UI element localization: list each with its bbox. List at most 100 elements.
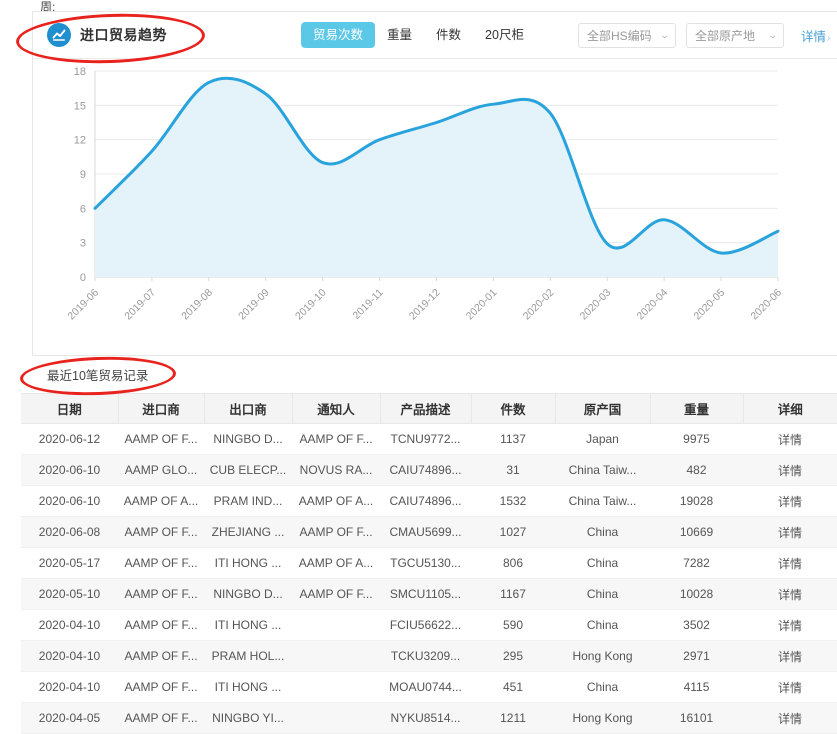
cell-origin: China [555,579,650,610]
cell-detail-link[interactable]: 详情 [743,610,837,641]
cell-product: TGCU5130... [380,548,471,579]
cell-product: NYKU8514... [380,703,471,734]
cell-notify: AAMP OF A... [292,548,380,579]
cell-date: 2020-06-10 [21,455,118,486]
cell-pieces: 1167 [471,579,555,610]
x-axis-tick-label: 2019-07 [122,287,158,323]
x-axis-tick-label: 2020-02 [521,287,557,323]
col-header-origin: 原产国 [555,394,650,424]
line-chart-icon [47,23,71,47]
cell-detail-link[interactable]: 详情 [743,672,837,703]
cell-detail-link[interactable]: 详情 [743,548,837,579]
cell-importer: AAMP OF F... [118,517,204,548]
metric-tab-pieces[interactable]: 件数 [424,22,473,48]
import-trade-trend-card: 进口贸易趋势 贸易次数 重量 件数 20尺柜 全部HS编码 ⌄ 全部原产地 ⌄ … [32,11,837,356]
metric-segmented-control[interactable]: 贸易次数 重量 件数 20尺柜 [301,22,536,48]
cell-exporter: ITI HONG ... [204,672,292,703]
cell-product: FCIU56622... [380,610,471,641]
table-row: 2020-04-10AAMP OF F...ITI HONG ...FCIU56… [21,610,837,641]
cell-detail-link[interactable]: 详情 [743,703,837,734]
cell-origin: Hong Kong [555,703,650,734]
cell-pieces: 806 [471,548,555,579]
x-axis-tick-label: 2019-09 [236,287,272,323]
hs-code-select-value: 全部HS编码 [587,27,652,44]
cell-detail-link[interactable]: 详情 [743,424,837,455]
cell-notify: NOVUS RA... [292,455,380,486]
cell-notify [292,610,380,641]
y-axis-tick-label: 3 [80,238,86,250]
cell-date: 2020-06-08 [21,517,118,548]
cell-notify: AAMP OF F... [292,517,380,548]
cell-exporter: NINGBO YI... [204,703,292,734]
cell-detail-link[interactable]: 详情 [743,486,837,517]
cell-exporter: ZHEJIANG ... [204,517,292,548]
cell-product: CMAU5699... [380,517,471,548]
cell-detail-link[interactable]: 详情 [743,641,837,672]
table-row: 2020-04-10AAMP OF F...ITI HONG ...MOAU07… [21,672,837,703]
cell-detail-link[interactable]: 详情 [743,455,837,486]
cell-origin: China [555,610,650,641]
origin-select[interactable]: 全部原产地 ⌄ [686,23,784,48]
table-header-row: 日期 进口商 出口商 通知人 产品描述 件数 原产国 重量 详细 [21,394,837,424]
y-axis-tick-label: 18 [74,66,86,78]
cell-origin: Japan [555,424,650,455]
col-header-weight: 重量 [650,394,743,424]
cell-origin: China Taiw... [555,486,650,517]
x-axis-tick-label: 2020-05 [691,287,727,323]
cell-importer: AAMP OF F... [118,703,204,734]
metric-tab-trade-count[interactable]: 贸易次数 [301,22,375,48]
cell-product: MOAU0744... [380,672,471,703]
cell-exporter: PRAM IND... [204,486,292,517]
cell-exporter: NINGBO D... [204,424,292,455]
chevron-down-icon: ⌄ [660,30,670,41]
metric-tab-20ft-container[interactable]: 20尺柜 [473,22,536,48]
table-row: 2020-06-10AAMP OF A...PRAM IND...AAMP OF… [21,486,837,517]
cell-date: 2020-04-10 [21,641,118,672]
cell-date: 2020-04-10 [21,672,118,703]
cell-date: 2020-04-05 [21,703,118,734]
page-title: 进口贸易趋势 [80,25,167,45]
cell-exporter: CUB ELECP... [204,455,292,486]
cell-detail-link[interactable]: 详情 [743,579,837,610]
cell-pieces: 295 [471,641,555,672]
table-row: 2020-04-05AAMP OF F...NINGBO YI... NYKU85… [21,703,837,734]
cell-pieces: 1137 [471,424,555,455]
cell-product: TCKU3209... [380,641,471,672]
table-row: 2020-06-08AAMP OF F...ZHEJIANG ...AAMP O… [21,517,837,548]
cell-origin: China [555,672,650,703]
x-axis-tick-label: 2020-04 [635,287,671,323]
cell-weight: 3502 [650,610,743,641]
chevron-down-icon: ⌄ [768,30,778,41]
x-axis-tick-label: 2019-10 [293,287,329,323]
cell-notify: AAMP OF F... [292,424,380,455]
cell-pieces: 451 [471,672,555,703]
cell-origin: China [555,548,650,579]
cell-exporter: PRAM HOL... [204,641,292,672]
cell-origin: Hong Kong [555,641,650,672]
table-row: 2020-05-10AAMP OF F...NINGBO D...AAMP OF… [21,579,837,610]
trade-trend-chart: 03691215182019-062019-072019-082019-0920… [33,59,837,355]
cell-weight: 16101 [650,703,743,734]
cell-weight: 10028 [650,579,743,610]
cell-importer: AAMP OF F... [118,548,204,579]
hs-code-select[interactable]: 全部HS编码 ⌄ [578,23,676,48]
x-axis-tick-label: 2020-01 [464,287,500,323]
cell-date: 2020-06-10 [21,486,118,517]
card-header: 进口贸易趋势 贸易次数 重量 件数 20尺柜 全部HS编码 ⌄ 全部原产地 ⌄ … [33,12,837,59]
origin-select-value: 全部原产地 [695,27,755,44]
col-header-exporter: 出口商 [204,394,292,424]
table-row: 2020-04-10AAMP OF F...PRAM HOL...TCKU320… [21,641,837,672]
cell-product: TCNU9772... [380,424,471,455]
cell-product: SMCU1105... [380,579,471,610]
cell-pieces: 1211 [471,703,555,734]
col-header-date: 日期 [21,394,118,424]
metric-tab-weight[interactable]: 重量 [375,22,424,48]
x-axis-tick-label: 2019-08 [179,287,215,323]
cell-origin: China [555,517,650,548]
cell-detail-link[interactable]: 详情 [743,517,837,548]
cell-weight: 482 [650,455,743,486]
col-header-importer: 进口商 [118,394,204,424]
cell-date: 2020-06-12 [21,424,118,455]
trade-trend-chart-svg: 03691215182019-062019-072019-082019-0920… [33,59,837,355]
header-detail-link[interactable]: 详情› [801,26,830,45]
